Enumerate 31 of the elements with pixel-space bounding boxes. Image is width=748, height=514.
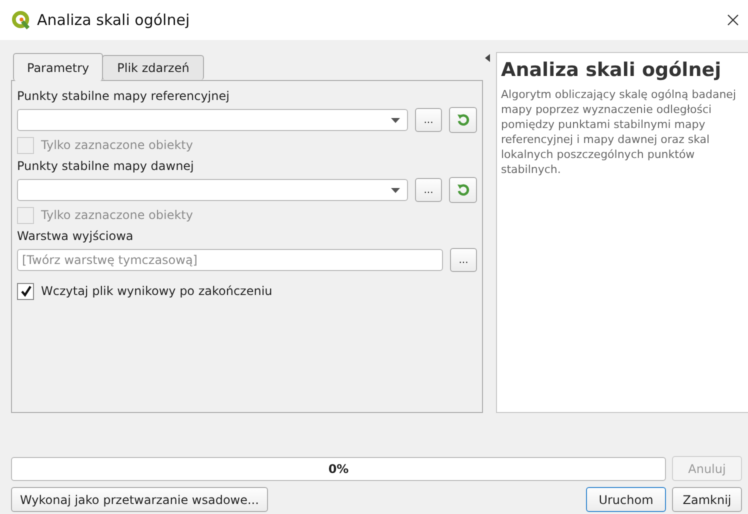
browse-button[interactable]: ... xyxy=(415,108,442,132)
app-logo-icon xyxy=(12,10,31,30)
progress-text: 0% xyxy=(328,462,349,476)
browse-button[interactable]: ... xyxy=(415,178,442,202)
field-label: Warstwa wyjściowa xyxy=(17,228,134,245)
dropdown-arrow-icon xyxy=(391,188,400,192)
layer-dropdown[interactable] xyxy=(17,109,408,131)
tab[interactable]: Plik zdarzeń xyxy=(102,55,204,80)
close-button[interactable]: Zamknij xyxy=(672,487,742,512)
window-title: Analiza skali ogólnej xyxy=(37,11,191,29)
field-label: Punkty stabilne mapy dawnej xyxy=(17,158,195,175)
dropdown-arrow-icon xyxy=(391,118,400,122)
close-icon[interactable] xyxy=(727,14,739,26)
collapse-arrow-icon[interactable] xyxy=(485,54,490,62)
batch-button[interactable]: Wykonaj jako przetwarzanie wsadowe... xyxy=(11,487,268,512)
checkbox-label: Tylko zaznaczone obiekty xyxy=(41,138,193,152)
output-field[interactable]: [Twórz warstwę tymczasową] xyxy=(17,249,443,271)
browse-button[interactable]: ... xyxy=(450,248,477,272)
layer-dropdown[interactable] xyxy=(17,179,408,201)
refresh-icon xyxy=(456,183,470,197)
refresh-icon xyxy=(456,113,470,127)
tab[interactable]: Parametry xyxy=(13,53,104,81)
field-label: Punkty stabilne mapy referencyjnej xyxy=(17,88,230,105)
checkbox[interactable] xyxy=(17,282,34,300)
refresh-button[interactable] xyxy=(449,107,477,133)
checkbox-label: Wczytaj plik wynikowy po zakończeniu xyxy=(41,284,272,298)
help-text: Algorytm obliczający skalę ogólną badanej mapy poprzez wyznaczenie odległości pomiędzy punktami stabilnymi mapy referencyjnej i mapy dawnej oraz skal lokalnych poszczególnych punktów stabilnych. xyxy=(501,87,738,177)
help-title: Analiza skali ogólnej xyxy=(501,59,722,81)
refresh-button[interactable] xyxy=(449,177,477,203)
checkbox-label: Tylko zaznaczone obiekty xyxy=(41,208,193,222)
run-button[interactable]: Uruchom xyxy=(586,487,666,512)
